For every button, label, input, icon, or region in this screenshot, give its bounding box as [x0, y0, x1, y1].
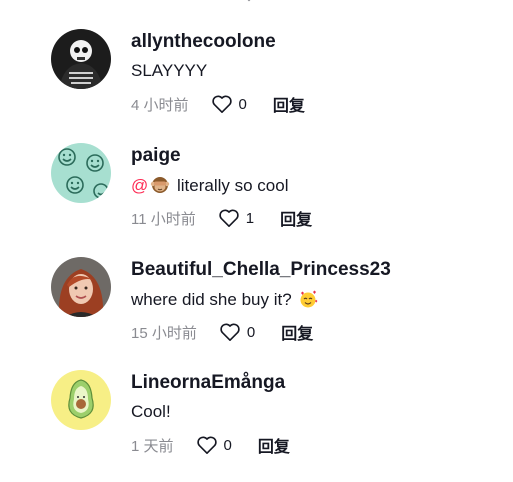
avocado-avatar-icon: [51, 370, 111, 430]
heart-outline-icon: [219, 209, 239, 227]
like-count: 1: [245, 209, 255, 227]
comment-item: allynthecoolone SLAYYYY 4 小时前 0 回复: [0, 29, 513, 141]
smiling-face-with-hearts-emoji-icon: [300, 290, 318, 308]
comment-body: where did she buy it?: [131, 290, 292, 309]
comment-username[interactable]: paige: [131, 145, 181, 167]
reply-button[interactable]: 回复: [273, 92, 305, 116]
comment-time: 4 小时前: [131, 96, 189, 114]
comment-item: Beautiful_Chella_Princess23 where did sh…: [0, 257, 513, 369]
like-button[interactable]: 0: [211, 94, 247, 114]
see-no-evil-monkey-emoji-icon: [151, 177, 170, 193]
comment-text: where did she buy it?: [131, 289, 320, 310]
comment-username[interactable]: LineornaEmånga: [131, 372, 285, 394]
comment-username[interactable]: Beautiful_Chella_Princess23: [131, 259, 391, 281]
like-button[interactable]: 1: [218, 208, 254, 228]
comment-meta: 4 小时前 0 回复: [131, 92, 305, 116]
comment-time: 1 天前: [131, 437, 174, 455]
heart-outline-icon: [211, 95, 232, 113]
like-count: 0: [223, 436, 232, 454]
comment-text: Cool!: [131, 402, 171, 421]
like-count: 0: [238, 95, 247, 113]
mention-link[interactable]: @: [131, 176, 148, 195]
comment-time: 15 小时前: [131, 324, 197, 342]
comment-text: @ literally so cool: [131, 175, 289, 196]
avatar[interactable]: [51, 143, 111, 203]
reply-button[interactable]: 回复: [258, 433, 290, 457]
reply-button[interactable]: 回复: [280, 206, 312, 230]
red-hair-portrait-avatar-icon: [51, 257, 111, 317]
comment-item: LineornaEmånga Cool! 1 天前 0 回复: [0, 370, 513, 482]
avatar[interactable]: [51, 29, 111, 89]
comment-item: paige @ literally so cool 11 小时前 1 回复: [0, 143, 513, 255]
reply-button[interactable]: 回复: [281, 320, 313, 344]
heart-outline-icon: [196, 436, 217, 454]
avatar[interactable]: [51, 257, 111, 317]
comment-time: 11 小时前: [131, 210, 196, 228]
like-count: 0: [246, 323, 256, 341]
comment-meta: 11 小时前 1 回复: [131, 206, 312, 230]
collapse-caret-icon[interactable]: [244, 0, 254, 4]
comment-meta: 15 小时前 0 回复: [131, 320, 313, 344]
comment-body: literally so cool: [177, 176, 289, 195]
comment-meta: 1 天前 0 回复: [131, 433, 290, 457]
heart-outline-icon: [220, 323, 240, 341]
comment-username[interactable]: allynthecoolone: [131, 31, 276, 53]
black-skeleton-avatar-icon: [51, 29, 111, 89]
comment-text: SLAYYYY: [131, 61, 208, 80]
mint-smiley-pattern-avatar-icon: [51, 143, 111, 203]
like-button[interactable]: 0: [196, 435, 232, 455]
like-button[interactable]: 0: [219, 322, 255, 342]
avatar[interactable]: [51, 370, 111, 430]
